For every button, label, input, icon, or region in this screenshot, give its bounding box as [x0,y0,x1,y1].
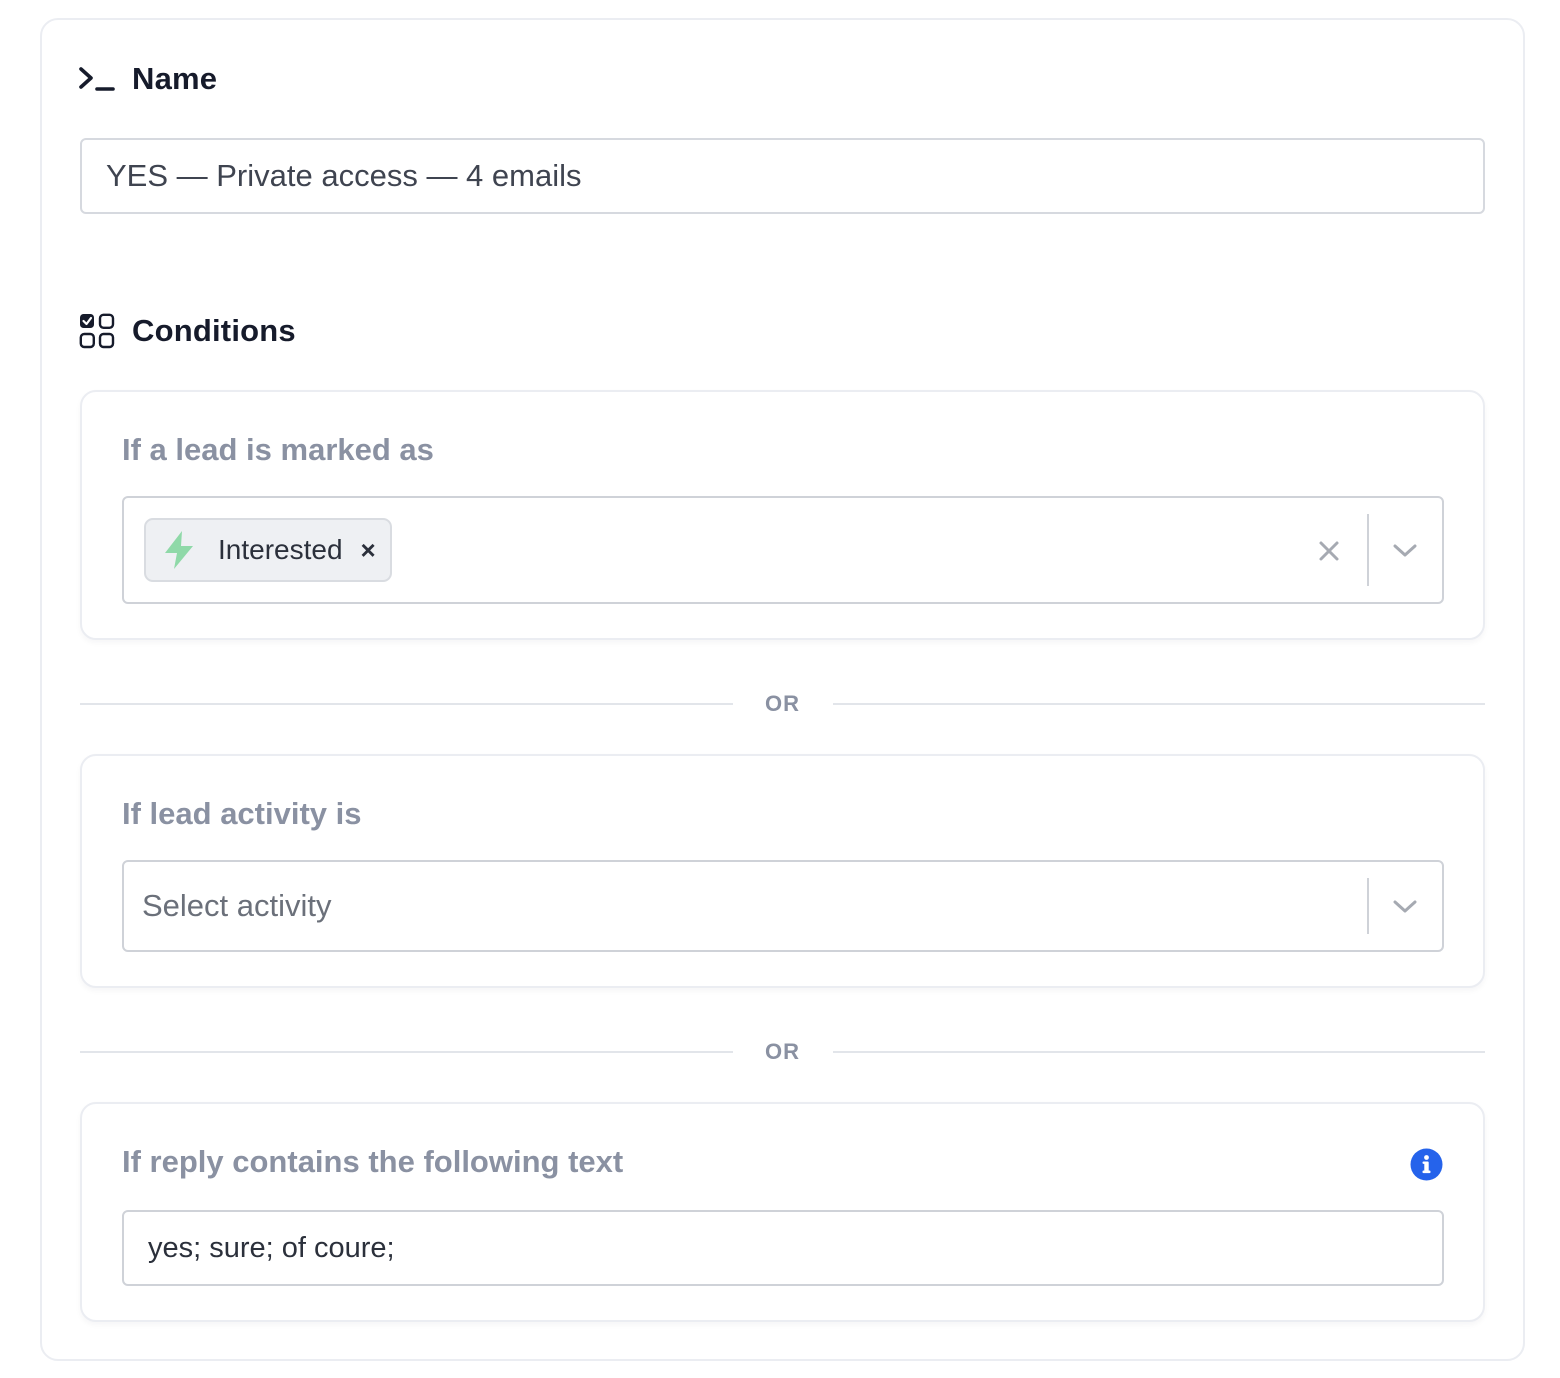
lead-status-condition-card: If a lead is marked as Interested × [80,390,1485,640]
clear-selection-icon[interactable] [1314,536,1344,566]
reply-text-value: yes; sure; of coure; [148,1231,395,1264]
lead-status-condition-label: If a lead is marked as [122,432,434,467]
separator-line [80,703,733,705]
lead-activity-select[interactable]: Select activity [122,860,1444,952]
conditions-section-title: Conditions [78,312,296,350]
lightning-bolt-icon [165,531,193,569]
or-separator: OR [80,689,1485,719]
or-separator: OR [80,1037,1485,1067]
reply-text-input[interactable]: yes; sure; of coure; [122,1210,1444,1286]
or-label: OR [765,1039,800,1064]
lead-activity-condition-card: If lead activity is Select activity [80,754,1485,988]
terminal-prompt-icon [78,60,116,98]
info-icon[interactable] [1410,1148,1443,1181]
name-section-title: Name [78,60,217,98]
or-label: OR [765,691,800,716]
separator-line [832,703,1485,705]
separator-line [80,1051,733,1053]
name-section-label: Name [132,61,218,96]
remove-tag-icon[interactable]: × [361,537,376,563]
separator-line [832,1051,1485,1053]
select-divider [1367,878,1369,934]
lead-status-multiselect[interactable]: Interested × [122,496,1444,604]
rule-name-value: YES — Private access — 4 emails [106,158,582,193]
reply-text-condition-label: If reply contains the following text [122,1144,624,1179]
select-activity-placeholder: Select activity [142,888,332,923]
chevron-down-icon[interactable] [1390,892,1420,922]
checklist-grid-icon [78,312,116,350]
tag-chip-label: Interested [218,534,343,565]
rule-name-input[interactable]: YES — Private access — 4 emails [80,138,1485,214]
chevron-down-icon[interactable] [1390,536,1420,566]
reply-text-condition-card: If reply contains the following text yes… [80,1102,1485,1322]
conditions-section-label: Conditions [132,313,296,348]
tag-chip-interested: Interested × [144,518,392,582]
lead-activity-condition-label: If lead activity is [122,796,362,831]
select-divider [1367,514,1369,586]
